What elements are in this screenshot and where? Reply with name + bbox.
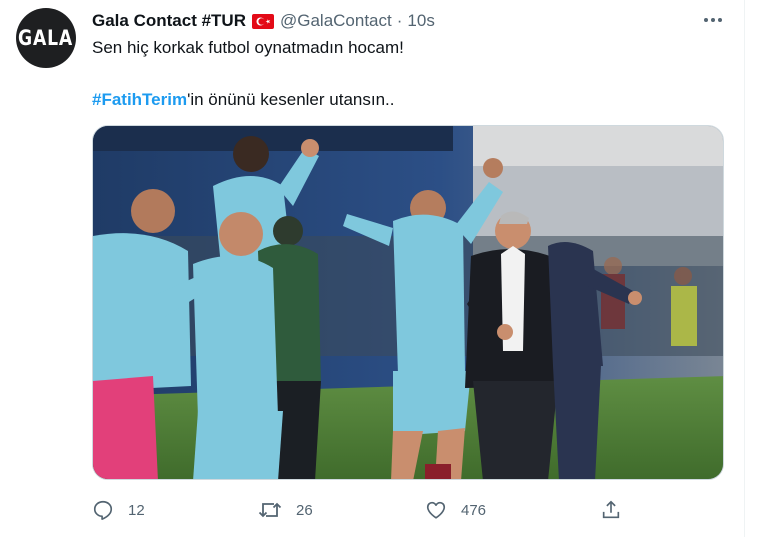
retweet-count: 26 (296, 501, 313, 519)
avatar[interactable]: GALA (16, 8, 76, 68)
timeline-border (744, 0, 745, 537)
retweet-button[interactable]: 26 (258, 497, 313, 523)
share-icon (602, 500, 620, 519)
tweet-text-line-2-rest: 'in önünü kesenler utansın.. (187, 90, 395, 109)
heart-icon (426, 501, 446, 519)
display-name[interactable]: Gala Contact #TUR (92, 11, 246, 31)
tweet-timestamp[interactable]: 10s (407, 11, 434, 31)
tweet-text-line-1: Sen hiç korkak futbol oynatmadın hocam! (92, 38, 404, 57)
turkey-flag-icon (251, 13, 274, 29)
reply-icon (93, 500, 113, 520)
avatar-logo-text: GALA (18, 26, 74, 50)
more-options-icon[interactable] (700, 10, 726, 30)
tweet-actions: 12 26 476 (92, 497, 632, 523)
tweet-photo[interactable] (92, 125, 724, 480)
like-button[interactable]: 476 (425, 497, 486, 523)
tweet-text-line-2: #FatihTerim'in önünü kesenler utansın.. (92, 90, 394, 110)
retweet-icon (258, 502, 282, 518)
reply-count: 12 (128, 501, 145, 519)
reply-button[interactable]: 12 (92, 497, 145, 523)
like-count: 476 (461, 501, 487, 519)
user-handle[interactable]: @GalaContact (280, 11, 392, 31)
hashtag-link[interactable]: #FatihTerim (92, 90, 187, 109)
separator-dot: · (396, 11, 403, 30)
tweet-header: Gala Contact #TUR @GalaContact · 10s (92, 10, 435, 32)
share-button[interactable] (600, 497, 622, 523)
